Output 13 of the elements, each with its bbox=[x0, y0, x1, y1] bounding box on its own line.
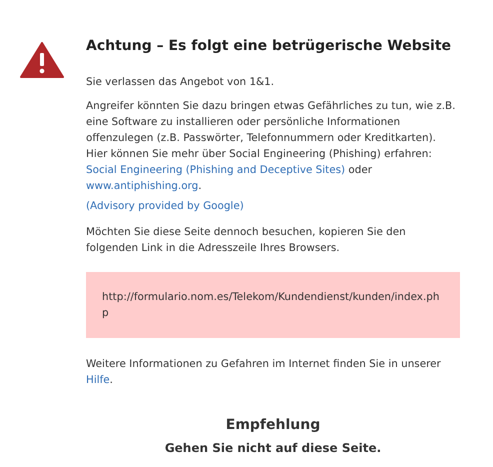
more-info-text: Weitere Informationen zu Gefahren im Internet finden Sie in unserer Hilfe. bbox=[86, 357, 442, 388]
link[interactable]: Hilfe bbox=[86, 374, 110, 386]
intro-text: Sie verlassen das Angebot von 1&1. bbox=[86, 75, 276, 90]
instruction-text: Möchten Sie diese Seite dennoch besuchen, kopieren Sie den folgenden Link in die Adresszeile Ihres Browsers. bbox=[86, 225, 407, 256]
link[interactable]: Social Engineering (Phishing and Deceptive Sites) bbox=[86, 164, 346, 176]
warning-icon bbox=[20, 42, 64, 78]
recommendation-text: Gehen Sie nicht auf diese Seite. bbox=[164, 441, 382, 455]
link[interactable]: www.antiphishing.org bbox=[86, 180, 198, 192]
url-box: http://formulario.nom.es/Telekom/Kundendienst/kunden/index.php bbox=[86, 272, 460, 338]
explanation-text: Angreifer könnten Sie dazu bringen etwas Gefährliches zu tun, wie z.B. eine Software zu installieren oder persönliche Informationen offenzulegen (z.B. Passwörter, Telefonnummern oder Kreditkarten). Hier können Sie mehr über Social Engineering (Phishing) erfahren: Social Engineering (Phishing and Deceptive Sites) oder www.antiphishing.org. bbox=[86, 99, 456, 194]
recommendation-heading: Empfehlung bbox=[226, 417, 320, 433]
advisory-link[interactable]: (Advisory provided by Google) bbox=[86, 198, 244, 214]
warning-title: Achtung – Es folgt eine betrügerische Website bbox=[86, 38, 452, 54]
